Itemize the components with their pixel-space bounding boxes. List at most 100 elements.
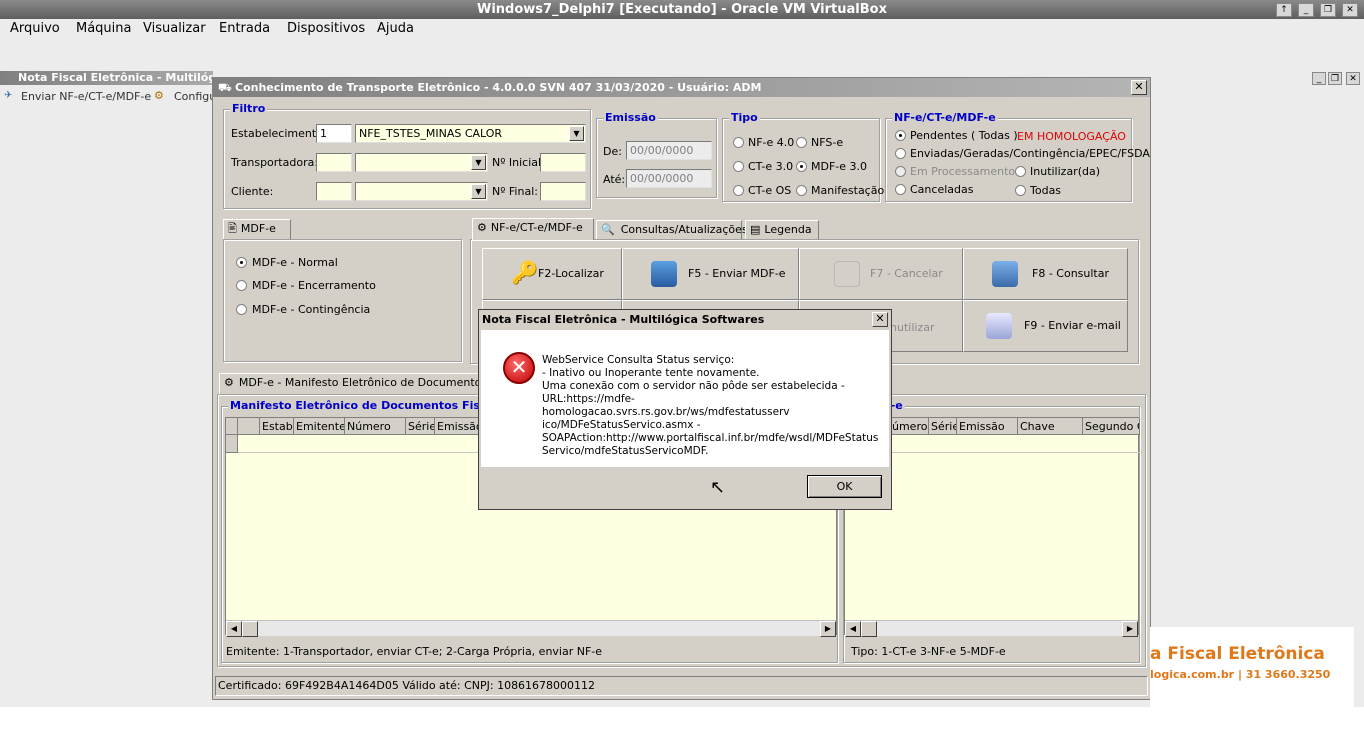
radio-em-processamento[interactable] (895, 166, 906, 177)
radio-inutilizar[interactable] (1015, 166, 1026, 177)
radio-cte30-label: CT-e 3.0 (748, 160, 794, 173)
f2-localizar-button[interactable]: 🔑 F2-Localizar (482, 248, 622, 300)
radio-mdfe-normal[interactable] (236, 257, 247, 268)
scroll-left-icon[interactable]: ◀ (226, 621, 242, 637)
radio-mdfe-normal-label: MDF-e - Normal (252, 256, 338, 269)
grid1-hscrollbar[interactable]: ◀ ▶ (226, 620, 836, 637)
dialog-close-button[interactable]: ✕ (872, 312, 888, 327)
grid2-header-emissao[interactable]: Emissão (957, 418, 1018, 435)
mdi-restore-button[interactable]: ❐ (1328, 72, 1342, 85)
chevron-down-icon[interactable]: ▼ (471, 184, 486, 199)
radio-mdfe-encerramento-label: MDF-e - Encerramento (252, 279, 376, 292)
dialog-message: WebService Consulta Status serviço: - In… (542, 354, 879, 457)
ate-date-field[interactable]: 00/00/0000 (626, 169, 712, 188)
vbox-title-bar: Windows7_Delphi7 [Executando] - Oracle V… (0, 0, 1364, 19)
tab-legenda[interactable]: ▤ Legenda (745, 220, 819, 240)
mdi-minimize-button[interactable]: _ (1312, 72, 1326, 85)
cancel-icon (834, 261, 860, 287)
radio-cteos[interactable] (733, 185, 744, 196)
radio-mdfe-encerramento[interactable] (236, 280, 247, 291)
tab-mdfe[interactable]: 🖹 MDF-e (223, 219, 291, 239)
radio-nfe40[interactable] (733, 137, 744, 148)
radio-pendentes[interactable] (895, 130, 906, 141)
radio-mdfe-contingencia-label: MDF-e - Contingência (252, 303, 371, 316)
menu-enviar[interactable]: Enviar NF-e/CT-e/MDF-e (21, 90, 151, 103)
f8-consultar-button[interactable]: F8 - Consultar (963, 248, 1128, 300)
tab-consultas[interactable]: 🔍 Consultas/Atualizações (596, 220, 748, 240)
scroll-left-icon[interactable]: ◀ (845, 621, 861, 637)
chevron-down-icon[interactable]: ▼ (569, 126, 584, 141)
tab-mdfe-label: MDF-e (240, 222, 276, 235)
f2-label: F2-Localizar (538, 267, 604, 280)
send-icon: ✈ (4, 90, 13, 101)
radio-mdfe-contingencia[interactable] (236, 304, 247, 315)
grid2-hscrollbar[interactable]: ◀ ▶ (845, 620, 1138, 637)
radio-enviadas[interactable] (895, 148, 906, 159)
vbox-restore-button[interactable]: ❐ (1320, 3, 1336, 17)
radio-mdfe30[interactable] (796, 161, 807, 172)
radio-nfse-label: NFS-e (811, 136, 844, 149)
de-date-field[interactable]: 00/00/0000 (626, 141, 712, 160)
f7-cancelar-button[interactable]: F7 - Cancelar (799, 248, 963, 300)
ok-button[interactable]: OK (807, 475, 882, 498)
mdi-title-bar: Nota Fiscal Eletrônica - Multilógica (0, 71, 213, 85)
radio-todas[interactable] (1015, 185, 1026, 196)
status-bar: Certificado: 69F492B4A1464D05 Válido até… (215, 676, 1148, 696)
ninicial-field[interactable] (540, 153, 586, 172)
transp-label: Transportadora: (231, 156, 319, 169)
radio-manifestacao-label: Manifestação (811, 184, 885, 197)
scroll-right-icon[interactable]: ▶ (1122, 621, 1138, 637)
grid-header-emitente[interactable]: Emitente (294, 418, 345, 435)
scroll-thumb[interactable] (861, 621, 877, 637)
inutilizar-label: nutilizar (890, 321, 935, 334)
f9-email-button[interactable]: F9 - Enviar e-mail (963, 300, 1128, 352)
cliente-code-field[interactable] (316, 182, 352, 201)
grid-header-serie[interactable]: Série (406, 418, 435, 435)
grid2-header-chave[interactable]: Chave (1018, 418, 1083, 435)
tab-nfe-cte-mdfe[interactable]: ⚙ NF-e/CT-e/MDF-e (472, 218, 594, 240)
grid2-header-serie[interactable]: Série (929, 418, 957, 435)
radio-canceladas[interactable] (895, 184, 906, 195)
transp-code-field[interactable] (316, 153, 352, 172)
scroll-thumb[interactable] (242, 621, 258, 637)
vbox-minimize-button[interactable]: _ (1298, 3, 1314, 17)
radio-manifestacao[interactable] (796, 185, 807, 196)
tab-manifesto-label: MDF-e - Manifesto Eletrônico de Document… (238, 376, 505, 389)
mdi-title: Nota Fiscal Eletrônica - Multilógica (18, 71, 213, 84)
chevron-down-icon[interactable]: ▼ (471, 155, 486, 170)
nfinal-label: Nº Final: (492, 185, 538, 198)
menu-configuracoes[interactable]: Configu (174, 90, 216, 103)
estab-label: Estabelecimento: (231, 127, 327, 140)
menu-visualizar[interactable]: Visualizar (143, 21, 206, 36)
consult-icon (992, 261, 1018, 287)
f5-enviar-button[interactable]: F5 - Enviar MDF-e (622, 248, 799, 300)
error-icon: ✕ (503, 352, 535, 384)
vbox-close-button[interactable]: ✕ (1342, 3, 1358, 17)
grid-header-numero[interactable]: Número (345, 418, 406, 435)
window-close-button[interactable]: ✕ (1131, 80, 1147, 95)
menu-arquivo[interactable]: Arquivo (10, 21, 60, 36)
status-bar-text: Certificado: 69F492B4A1464D05 Válido até… (218, 679, 596, 692)
mdi-close-button[interactable]: ✕ (1346, 72, 1360, 85)
truck-icon: ⛟ (218, 81, 232, 94)
radio-cteos-label: CT-e OS (748, 184, 792, 197)
grid2-header-segundo[interactable]: Segundo C (1083, 418, 1140, 435)
menu-maquina[interactable]: Máquina (76, 21, 132, 36)
radio-nfse[interactable] (796, 137, 807, 148)
menu-entrada[interactable]: Entrada (219, 21, 270, 36)
tab-manifesto[interactable]: ⚙ MDF-e - Manifesto Eletrônico de Documen… (219, 373, 505, 395)
vbox-title: Windows7_Delphi7 [Executando] - Oracle V… (477, 2, 887, 17)
menu-ajuda[interactable]: Ajuda (377, 21, 414, 36)
estab-code-field[interactable]: 1 (316, 124, 352, 143)
radio-cte30[interactable] (733, 161, 744, 172)
tab-nfe-cte-mdfe-label: NF-e/CT-e/MDF-e (490, 221, 583, 234)
estab-name-combo[interactable]: NFE_TSTES_MINAS CALOR ▼ (355, 124, 586, 143)
nfinal-field[interactable] (540, 182, 586, 201)
scroll-right-icon[interactable]: ▶ (820, 621, 836, 637)
grid-header-estab[interactable]: Estab (260, 418, 294, 435)
cliente-combo[interactable]: ▼ (355, 182, 488, 201)
transp-combo[interactable]: ▼ (355, 153, 488, 172)
menu-dispositivos[interactable]: Dispositivos (287, 21, 365, 36)
grid2-header-numero[interactable]: úmero (890, 418, 929, 435)
vbox-up-icon[interactable]: ↑ (1276, 3, 1292, 17)
